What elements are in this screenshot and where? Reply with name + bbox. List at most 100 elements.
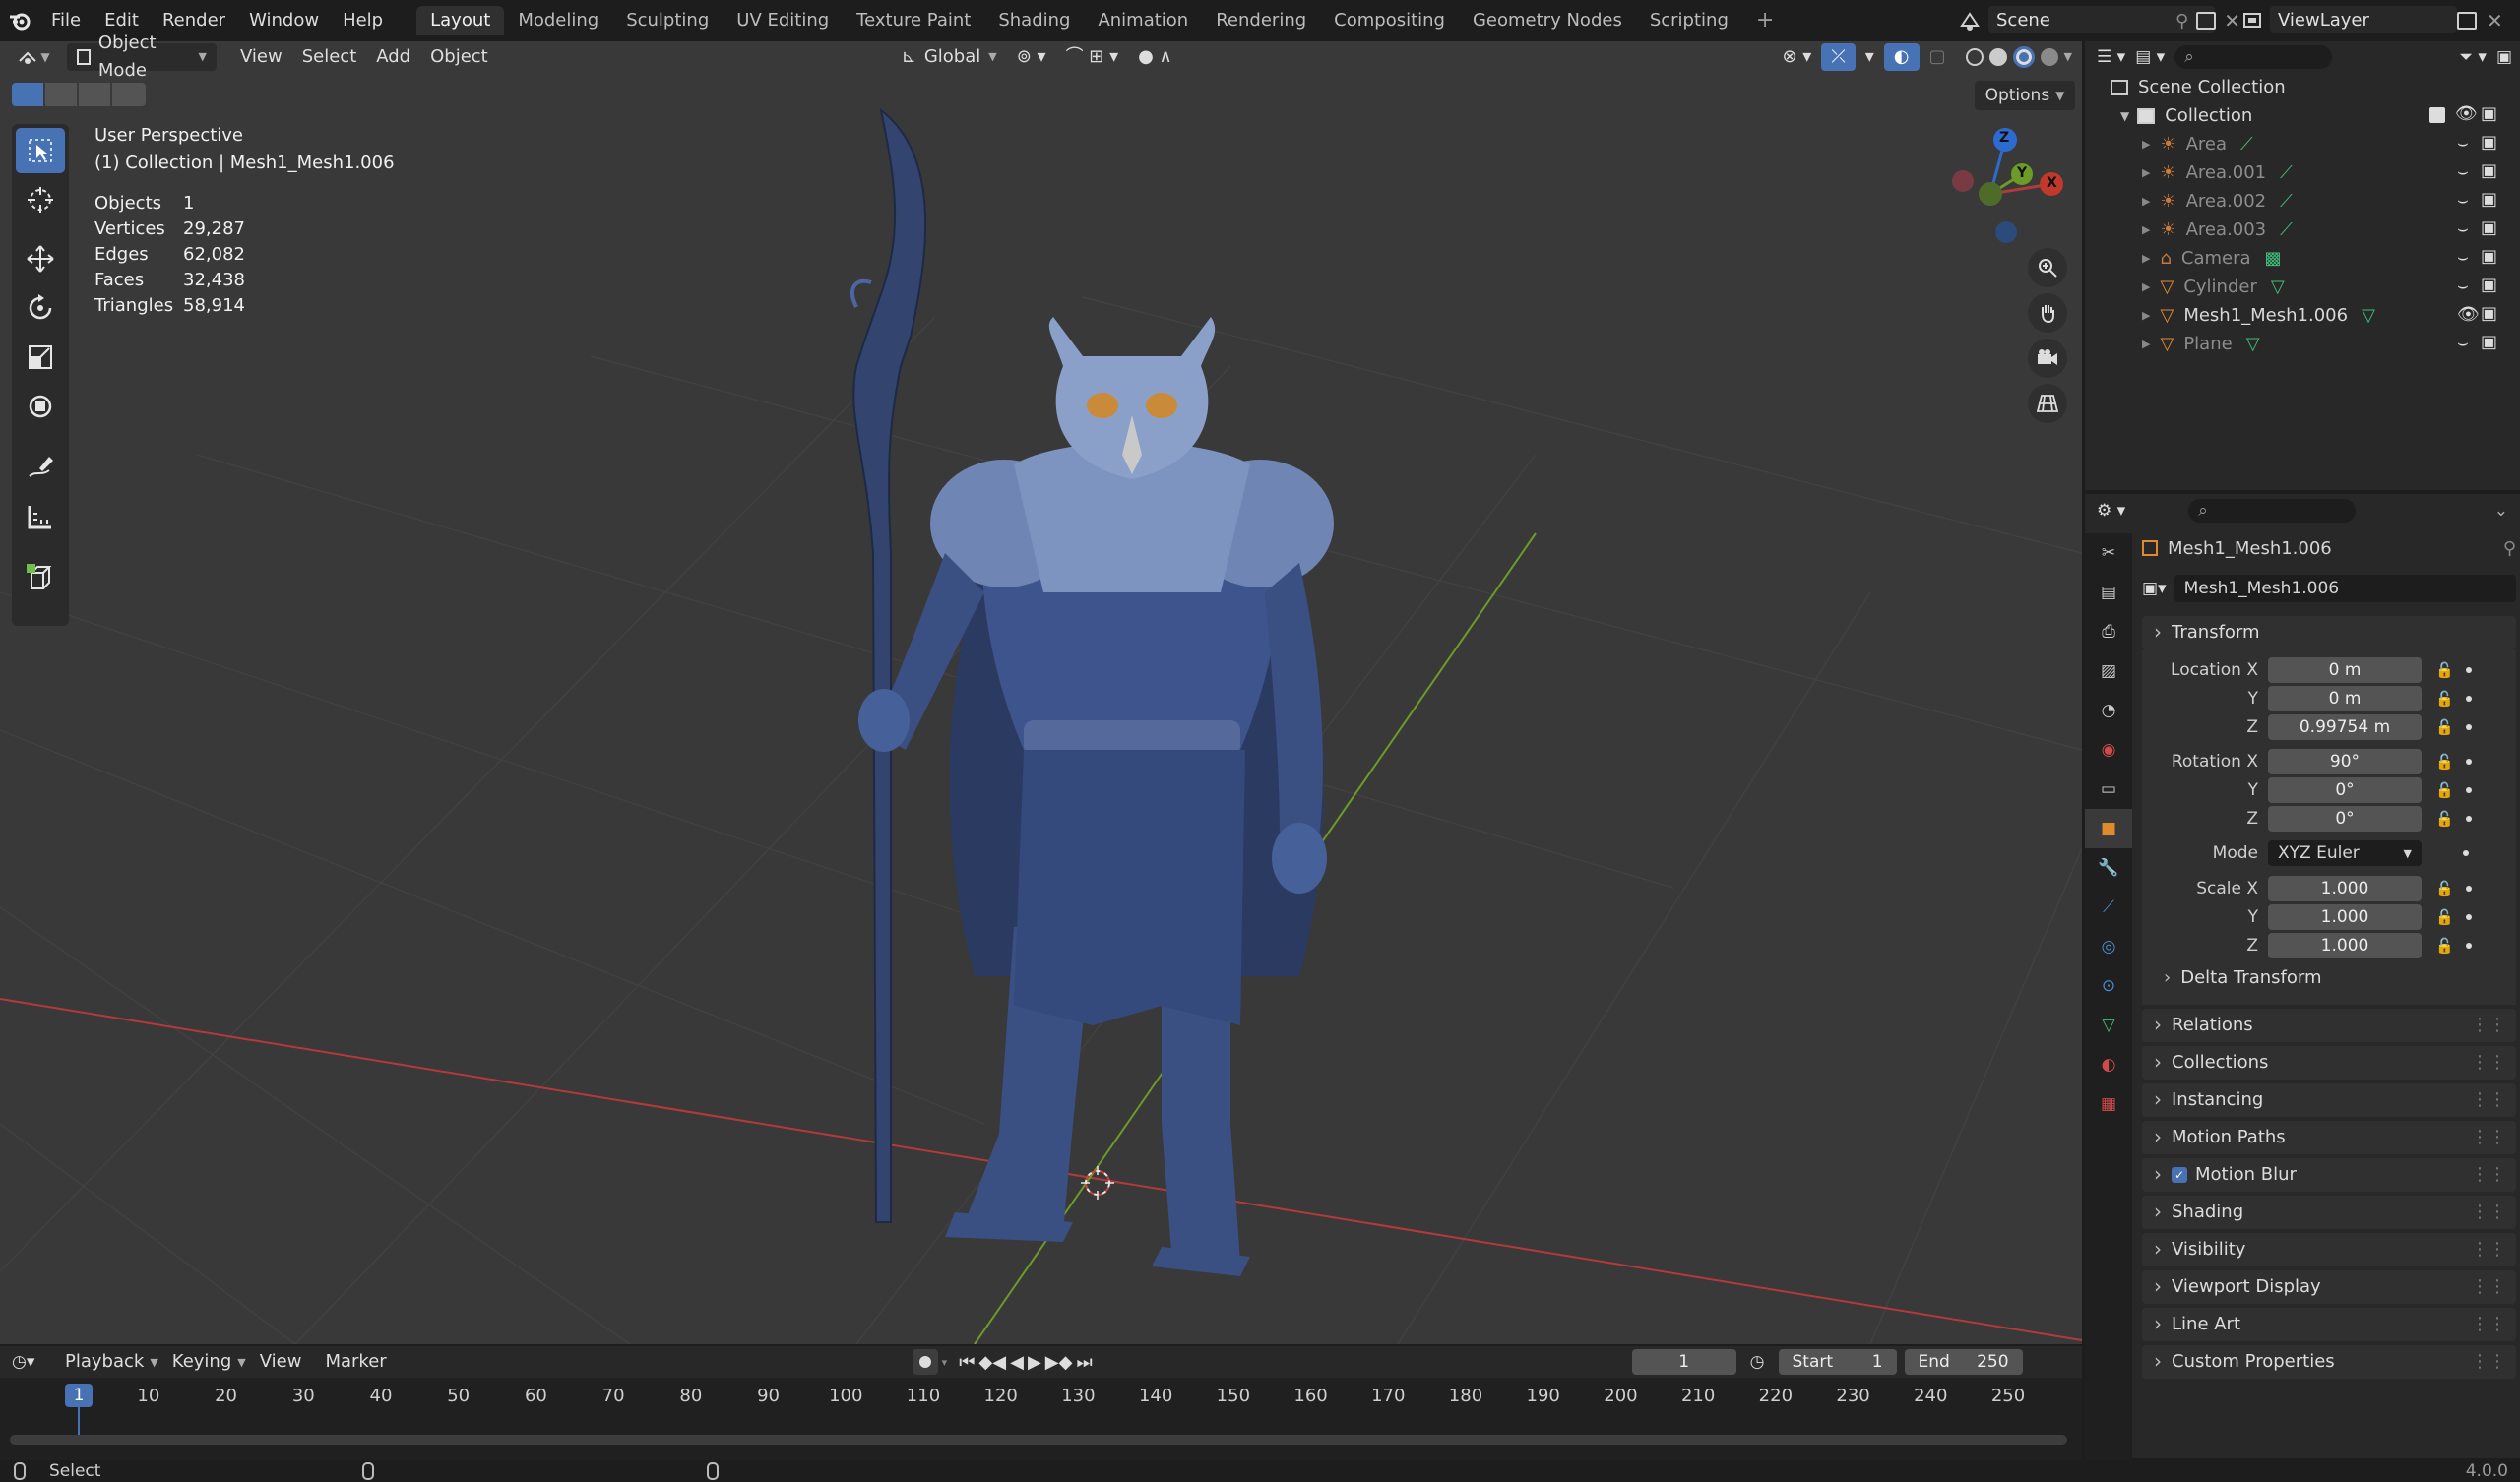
- view-layer-icon[interactable]: [2240, 6, 2266, 35]
- drag-handle-icon[interactable]: ⋮⋮: [2471, 1158, 2506, 1192]
- tab-animation[interactable]: Animation: [1084, 6, 1202, 35]
- value-field[interactable]: 1.000: [2268, 932, 2422, 958]
- zoom-icon[interactable]: [2028, 248, 2067, 287]
- camera-render-icon[interactable]: ▣: [2481, 189, 2497, 210]
- camera-render-icon[interactable]: ▣: [2481, 303, 2497, 324]
- annotate-tool-icon[interactable]: [16, 445, 65, 490]
- transform-orientation[interactable]: ⊾ Global ▼: [892, 43, 1007, 71]
- jump-start-icon[interactable]: ⏮: [959, 1352, 975, 1373]
- wireframe-shading-icon[interactable]: [1965, 48, 1984, 66]
- menu-timeline-view[interactable]: View: [250, 1348, 312, 1376]
- camera-render-icon[interactable]: ▣: [2481, 217, 2497, 238]
- timeline-scrollbar[interactable]: [10, 1435, 2067, 1445]
- perspective-grid-icon[interactable]: [2028, 384, 2067, 423]
- keyframe-dot-icon[interactable]: [2465, 786, 2472, 793]
- expand-arrow-icon[interactable]: ▶: [2142, 166, 2150, 179]
- drag-handle-icon[interactable]: ⋮⋮: [2471, 1345, 2506, 1379]
- drag-handle-icon[interactable]: ⋮⋮: [2471, 1009, 2506, 1042]
- new-collection-icon[interactable]: ▣: [2496, 47, 2512, 67]
- options-button[interactable]: Options ▼: [1975, 81, 2075, 110]
- lock-icon[interactable]: 🔓: [2435, 937, 2454, 955]
- outliner-item[interactable]: ▶ ⌂ Camera ▩ ⌣ ▣: [2085, 244, 2520, 273]
- keyframe-dot-icon[interactable]: [2465, 758, 2472, 765]
- proportional-edit-icon[interactable]: ● ∧: [1128, 43, 1182, 71]
- constraints-tab-icon[interactable]: ⊙: [2085, 966, 2132, 1006]
- pivot-point-icon[interactable]: ⊚ ▾: [1007, 43, 1056, 71]
- add-workspace-button[interactable]: +: [1742, 6, 1788, 35]
- material-tab-icon[interactable]: ◐: [2085, 1045, 2132, 1084]
- panel-header[interactable]: Relations ⋮⋮: [2142, 1008, 2516, 1042]
- playhead-marker[interactable]: 1: [65, 1384, 93, 1407]
- outliner-item[interactable]: ▶ ☀ Area.003 ⟋ ⌣ ▣: [2085, 216, 2520, 244]
- xray-icon[interactable]: ▢: [1920, 43, 1956, 71]
- end-frame-field[interactable]: End 250: [1904, 1349, 2023, 1375]
- expand-arrow-icon[interactable]: ▶: [2142, 195, 2150, 208]
- play-icon[interactable]: ▶: [1028, 1352, 1041, 1373]
- tab-uv-editing[interactable]: UV Editing: [723, 6, 843, 35]
- rotate-tool-icon[interactable]: [16, 285, 65, 331]
- properties-editor-icon[interactable]: ⚙ ▾: [2097, 501, 2125, 521]
- lock-icon[interactable]: 🔓: [2435, 690, 2454, 708]
- lock-icon[interactable]: 🔓: [2435, 661, 2454, 679]
- particles-tab-icon[interactable]: ⟋: [2085, 888, 2132, 927]
- panel-header[interactable]: Line Art ⋮⋮: [2142, 1307, 2516, 1341]
- add-cube-tool-icon[interactable]: [16, 555, 65, 600]
- outliner-item[interactable]: ▶ ☀ Area ⟋ ⌣ ▣: [2085, 130, 2520, 158]
- menu-select[interactable]: Select: [292, 43, 367, 71]
- tab-modeling[interactable]: Modeling: [504, 6, 612, 35]
- texture-tab-icon[interactable]: ▦: [2085, 1084, 2132, 1124]
- menu-playback[interactable]: Playback: [55, 1348, 154, 1376]
- prev-keyframe-icon[interactable]: ◆◀: [978, 1352, 1006, 1373]
- eye-closed-icon[interactable]: ⌣: [2457, 190, 2469, 211]
- keyframe-dot-icon[interactable]: [2463, 850, 2469, 856]
- snap-icon[interactable]: ⌒ ⊞ ▾: [1056, 43, 1129, 71]
- shading-modes[interactable]: ▼: [1956, 43, 2082, 71]
- transform-panel-header[interactable]: Transform: [2142, 615, 2516, 649]
- tab-sculpting[interactable]: Sculpting: [612, 6, 723, 35]
- drag-handle-icon[interactable]: ⋮⋮: [2471, 1121, 2506, 1154]
- eye-closed-icon[interactable]: ⌣: [2457, 218, 2469, 239]
- value-field[interactable]: 90°: [2268, 748, 2422, 774]
- view-layer-tab-icon[interactable]: ▨: [2085, 651, 2132, 691]
- expand-arrow-icon[interactable]: ▶: [2142, 309, 2150, 322]
- camera-render-icon[interactable]: ▣: [2481, 275, 2497, 295]
- close-scene-icon[interactable]: ✕: [2224, 9, 2240, 32]
- filter-icon[interactable]: ⏷ ▾: [2459, 47, 2487, 67]
- menu-keying[interactable]: Keying: [162, 1348, 241, 1376]
- eye-closed-icon[interactable]: ⌣: [2457, 247, 2469, 268]
- timeline-ruler[interactable]: 10 20 30 40 50 60 70 80 90 100 110 120 130 140 150 160 1…: [0, 1378, 2082, 1460]
- cursor-tool-icon[interactable]: [16, 177, 65, 222]
- drag-handle-icon[interactable]: ⋮⋮: [2471, 1046, 2506, 1080]
- overlay-toggle-icon[interactable]: ◐: [1883, 43, 1920, 71]
- keyframe-dot-icon[interactable]: [2465, 695, 2472, 702]
- scale-tool-icon[interactable]: [16, 335, 65, 380]
- tab-shading[interactable]: Shading: [984, 6, 1084, 35]
- scene-icon[interactable]: [1957, 6, 1983, 35]
- record-icon[interactable]: [912, 1349, 938, 1375]
- close-view-layer-icon[interactable]: ✕: [2487, 9, 2503, 32]
- chevron-down-icon[interactable]: ⌄: [2494, 501, 2508, 521]
- select-extend-icon[interactable]: [45, 83, 77, 106]
- drag-handle-icon[interactable]: ⋮⋮: [2471, 1270, 2506, 1304]
- collection-tab-icon[interactable]: ▭: [2085, 770, 2132, 809]
- mode-selector[interactable]: Object Mode ▼: [67, 32, 217, 81]
- render-tab-icon[interactable]: ▤: [2085, 573, 2132, 612]
- drag-handle-icon[interactable]: ⋮⋮: [2471, 1196, 2506, 1229]
- 3d-viewport[interactable]: User Perspective (1) Collection | Mesh1_…: [0, 41, 2082, 1344]
- keyframe-dot-icon[interactable]: [2465, 885, 2472, 892]
- panel-header[interactable]: Motion Paths ⋮⋮: [2142, 1120, 2516, 1154]
- mesh-data-icon[interactable]: ▽: [2362, 305, 2375, 326]
- editor-type-icon[interactable]: ▼: [6, 43, 61, 71]
- camera-render-icon[interactable]: ▣: [2481, 332, 2497, 352]
- expand-arrow-icon[interactable]: ▶: [2142, 338, 2150, 350]
- menu-add[interactable]: Add: [366, 43, 420, 71]
- lock-icon[interactable]: 🔓: [2435, 880, 2454, 897]
- output-tab-icon[interactable]: ⎙: [2085, 612, 2132, 651]
- light-data-icon[interactable]: ⟋: [2280, 191, 2293, 212]
- world-tab-icon[interactable]: ◉: [2085, 730, 2132, 770]
- value-field[interactable]: 0 m: [2268, 685, 2422, 711]
- play-reverse-icon[interactable]: ◀: [1010, 1352, 1024, 1373]
- object-tab-icon[interactable]: ■: [2085, 809, 2132, 848]
- keyframe-dot-icon[interactable]: [2465, 666, 2472, 673]
- eye-closed-icon[interactable]: ⌣: [2457, 276, 2469, 296]
